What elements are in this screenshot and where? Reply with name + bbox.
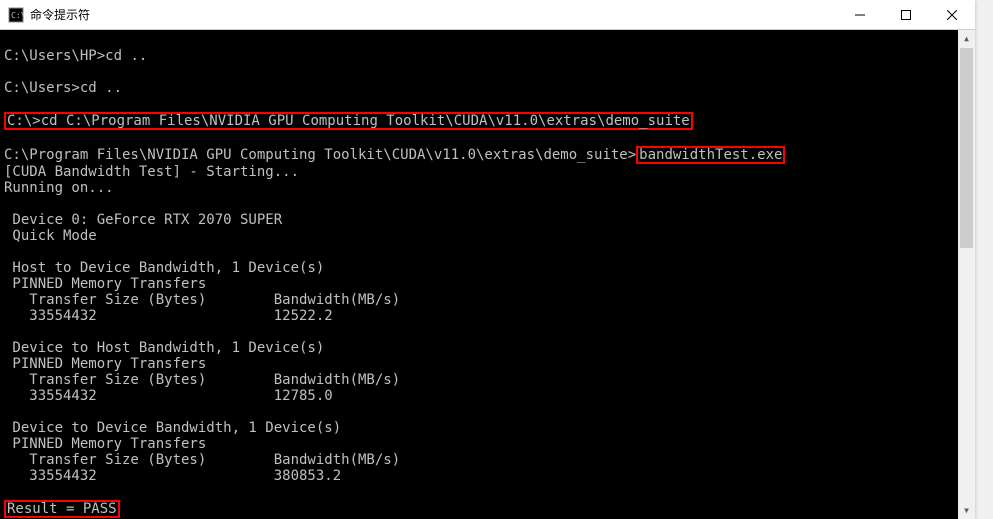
output-line: Host to Device Bandwidth, 1 Device(s) — [4, 260, 324, 276]
output-line: PINNED Memory Transfers — [4, 356, 206, 372]
output-line: Device to Device Bandwidth, 1 Device(s) — [4, 420, 341, 436]
output-line: Running on... — [4, 180, 114, 196]
output-line: PINNED Memory Transfers — [4, 276, 206, 292]
highlight-box: bandwidthTest.exe — [636, 146, 785, 164]
output-line: 33554432 12785.0 — [4, 388, 333, 404]
command: cd C:\Program Files\NVIDIA GPU Computing… — [41, 113, 690, 129]
prompt: C:\Users\HP> — [4, 48, 105, 64]
highlight-box: C:\>cd C:\Program Files\NVIDIA GPU Compu… — [4, 112, 693, 130]
scrollbar-vertical[interactable]: ▲ ▼ — [958, 30, 975, 519]
output-line: PINNED Memory Transfers — [4, 436, 206, 452]
terminal-area[interactable]: C:\Users\HP>cd .. C:\Users>cd .. C:\>cd … — [0, 30, 975, 519]
window-title: 命令提示符 — [30, 6, 837, 23]
scroll-down-arrow[interactable]: ▼ — [958, 502, 975, 519]
cmd-icon: C:\ — [8, 7, 24, 23]
titlebar[interactable]: C:\ 命令提示符 — [0, 0, 975, 30]
prompt: C:\Program Files\NVIDIA GPU Computing To… — [4, 147, 636, 163]
close-button[interactable] — [929, 0, 975, 30]
output-line: Transfer Size (Bytes) Bandwidth(MB/s) — [4, 372, 400, 388]
scroll-up-arrow[interactable]: ▲ — [958, 30, 975, 47]
command-prompt-window: C:\ 命令提示符 C:\Users\HP>cd .. C:\Users>cd … — [0, 0, 975, 519]
output-line: Device 0: GeForce RTX 2070 SUPER — [4, 212, 282, 228]
scrollbar-thumb[interactable] — [960, 48, 973, 248]
command: bandwidthTest.exe — [639, 147, 782, 163]
highlight-box: Result = PASS — [4, 500, 120, 518]
output-line: 33554432 380853.2 — [4, 468, 341, 484]
output-line: Transfer Size (Bytes) Bandwidth(MB/s) — [4, 292, 400, 308]
prompt: C:\Users> — [4, 80, 80, 96]
output-line: Quick Mode — [4, 228, 97, 244]
output-line: Transfer Size (Bytes) Bandwidth(MB/s) — [4, 452, 400, 468]
output-line: [CUDA Bandwidth Test] - Starting... — [4, 164, 299, 180]
output-line: Result = PASS — [7, 501, 117, 517]
command: cd .. — [80, 80, 122, 96]
prompt: C:\> — [7, 113, 41, 129]
minimize-button[interactable] — [837, 0, 883, 30]
command: cd .. — [105, 48, 147, 64]
output-line: 33554432 12522.2 — [4, 308, 333, 324]
svg-text:C:\: C:\ — [11, 11, 24, 20]
maximize-button[interactable] — [883, 0, 929, 30]
output-line: Device to Host Bandwidth, 1 Device(s) — [4, 340, 324, 356]
